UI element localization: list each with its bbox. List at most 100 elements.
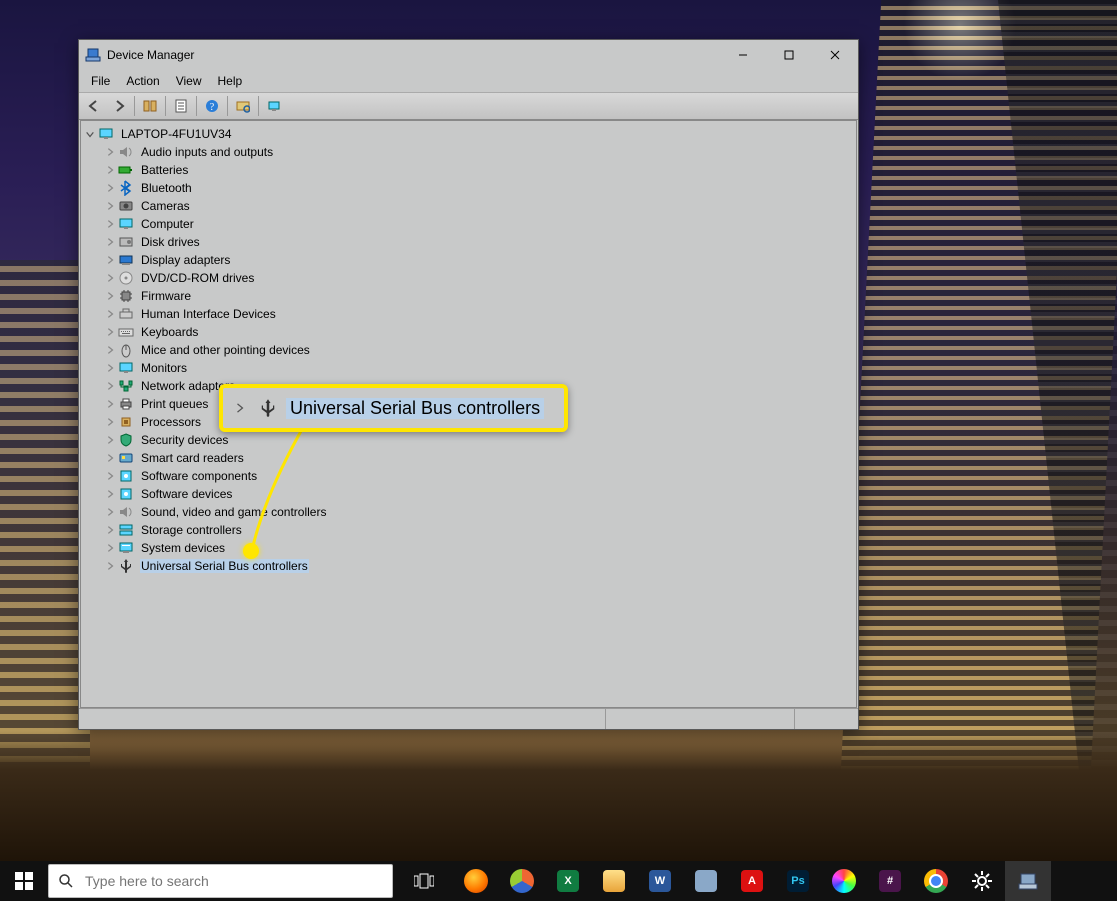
taskbar-search[interactable] — [48, 864, 393, 898]
taskbar-app-device-manager[interactable] — [1005, 861, 1051, 901]
chevron-right-icon[interactable] — [103, 235, 117, 249]
tree-item-audio[interactable]: Sound, video and game controllers — [83, 503, 854, 521]
tree-item-soft[interactable]: Software devices — [83, 485, 854, 503]
display-icon — [118, 252, 134, 268]
show-hide-console-button[interactable] — [138, 94, 162, 118]
tree-item-label: Software components — [140, 469, 258, 483]
back-button[interactable] — [82, 94, 106, 118]
minimize-button[interactable] — [720, 40, 766, 70]
chevron-right-icon[interactable] — [103, 253, 117, 267]
status-cell — [606, 709, 794, 729]
tree-item-storage[interactable]: Storage controllers — [83, 521, 854, 539]
toolbar-separator — [165, 96, 166, 116]
taskbar-app-slack[interactable]: # — [867, 861, 913, 901]
tree-item-battery[interactable]: Batteries — [83, 161, 854, 179]
printer-icon — [118, 396, 134, 412]
gear-icon — [972, 871, 992, 891]
camera-icon — [118, 198, 134, 214]
menu-help[interactable]: Help — [210, 72, 251, 90]
menu-view[interactable]: View — [168, 72, 210, 90]
chevron-right-icon[interactable] — [103, 271, 117, 285]
taskbar-app-excel[interactable]: X — [545, 861, 591, 901]
tree-item-label: Firmware — [140, 289, 192, 303]
tree-item-keyboard[interactable]: Keyboards — [83, 323, 854, 341]
tree-item-mouse[interactable]: Mice and other pointing devices — [83, 341, 854, 359]
device-manager-icon — [85, 47, 101, 63]
properties-button[interactable] — [169, 94, 193, 118]
tree-item-soft[interactable]: Software components — [83, 467, 854, 485]
chevron-right-icon[interactable] — [103, 469, 117, 483]
tree-root[interactable]: LAPTOP-4FU1UV34 — [83, 125, 854, 143]
help-button[interactable]: ? — [200, 94, 224, 118]
taskbar-app-firefox[interactable] — [453, 861, 499, 901]
battery-icon — [118, 162, 134, 178]
computer-icon — [98, 126, 114, 142]
chevron-right-icon[interactable] — [103, 559, 117, 573]
chevron-right-icon[interactable] — [103, 379, 117, 393]
tree-item-display[interactable]: Display adapters — [83, 251, 854, 269]
chevron-right-icon[interactable] — [103, 433, 117, 447]
disk-icon — [118, 234, 134, 250]
scan-hardware-button[interactable] — [231, 94, 255, 118]
taskbar-app-word[interactable]: W — [637, 861, 683, 901]
tree-item-camera[interactable]: Cameras — [83, 197, 854, 215]
chevron-right-icon[interactable] — [103, 523, 117, 537]
tree-item-usb[interactable]: Universal Serial Bus controllers — [83, 557, 854, 575]
tree-item-label: Batteries — [140, 163, 189, 177]
chevron-right-icon[interactable] — [103, 505, 117, 519]
taskbar-app-chrome[interactable] — [913, 861, 959, 901]
chevron-down-icon[interactable] — [83, 127, 97, 141]
tree-item-cd[interactable]: DVD/CD-ROM drives — [83, 269, 854, 287]
forward-button[interactable] — [107, 94, 131, 118]
chevron-right-icon[interactable] — [103, 541, 117, 555]
chevron-right-icon[interactable] — [103, 199, 117, 213]
chevron-right-icon[interactable] — [103, 487, 117, 501]
taskbar-app-settings[interactable] — [959, 861, 1005, 901]
tree-item-chip[interactable]: Firmware — [83, 287, 854, 305]
search-input[interactable] — [83, 872, 392, 890]
taskbar-app-paint[interactable] — [821, 861, 867, 901]
chevron-right-icon[interactable] — [103, 451, 117, 465]
chevron-right-icon[interactable] — [103, 289, 117, 303]
tree-item-monitor[interactable]: Monitors — [83, 359, 854, 377]
chevron-right-icon[interactable] — [103, 415, 117, 429]
tree-item-smartcard[interactable]: Smart card readers — [83, 449, 854, 467]
titlebar[interactable]: Device Manager — [79, 40, 858, 70]
chevron-right-icon[interactable] — [103, 361, 117, 375]
taskbar-app-acrobat[interactable]: A — [729, 861, 775, 901]
maximize-button[interactable] — [766, 40, 812, 70]
start-button[interactable] — [0, 861, 48, 901]
tree-item-monitor[interactable]: Computer — [83, 215, 854, 233]
menu-action[interactable]: Action — [118, 72, 167, 90]
tree-item-bluetooth[interactable]: Bluetooth — [83, 179, 854, 197]
taskbar-app-snip[interactable] — [499, 861, 545, 901]
audio-icon — [118, 144, 134, 160]
chevron-right-icon[interactable] — [103, 325, 117, 339]
taskbar-app-explorer[interactable] — [591, 861, 637, 901]
chevron-right-icon[interactable] — [103, 343, 117, 357]
tree-item-label: Security devices — [140, 433, 229, 447]
close-button[interactable] — [812, 40, 858, 70]
chevron-right-icon[interactable] — [103, 397, 117, 411]
tree-item-hid[interactable]: Human Interface Devices — [83, 305, 854, 323]
tree-item-label: Computer — [140, 217, 195, 231]
taskbar-app-photoshop[interactable]: Ps — [775, 861, 821, 901]
taskbar-app-printer[interactable] — [683, 861, 729, 901]
chevron-right-icon[interactable] — [103, 217, 117, 231]
chevron-right-icon[interactable] — [103, 163, 117, 177]
add-hardware-button[interactable] — [262, 94, 286, 118]
cpu-icon — [118, 414, 134, 430]
window-title: Device Manager — [107, 48, 720, 62]
system-icon — [118, 540, 134, 556]
tree-item-security[interactable]: Security devices — [83, 431, 854, 449]
chevron-right-icon[interactable] — [103, 181, 117, 195]
tree-item-label: Universal Serial Bus controllers — [140, 559, 309, 573]
task-view-button[interactable] — [401, 861, 447, 901]
menu-file[interactable]: File — [83, 72, 118, 90]
tree-item-audio[interactable]: Audio inputs and outputs — [83, 143, 854, 161]
tree-item-disk[interactable]: Disk drives — [83, 233, 854, 251]
tree-item-system[interactable]: System devices — [83, 539, 854, 557]
chevron-right-icon[interactable] — [103, 145, 117, 159]
chevron-right-icon[interactable] — [103, 307, 117, 321]
tree-item-label: System devices — [140, 541, 226, 555]
